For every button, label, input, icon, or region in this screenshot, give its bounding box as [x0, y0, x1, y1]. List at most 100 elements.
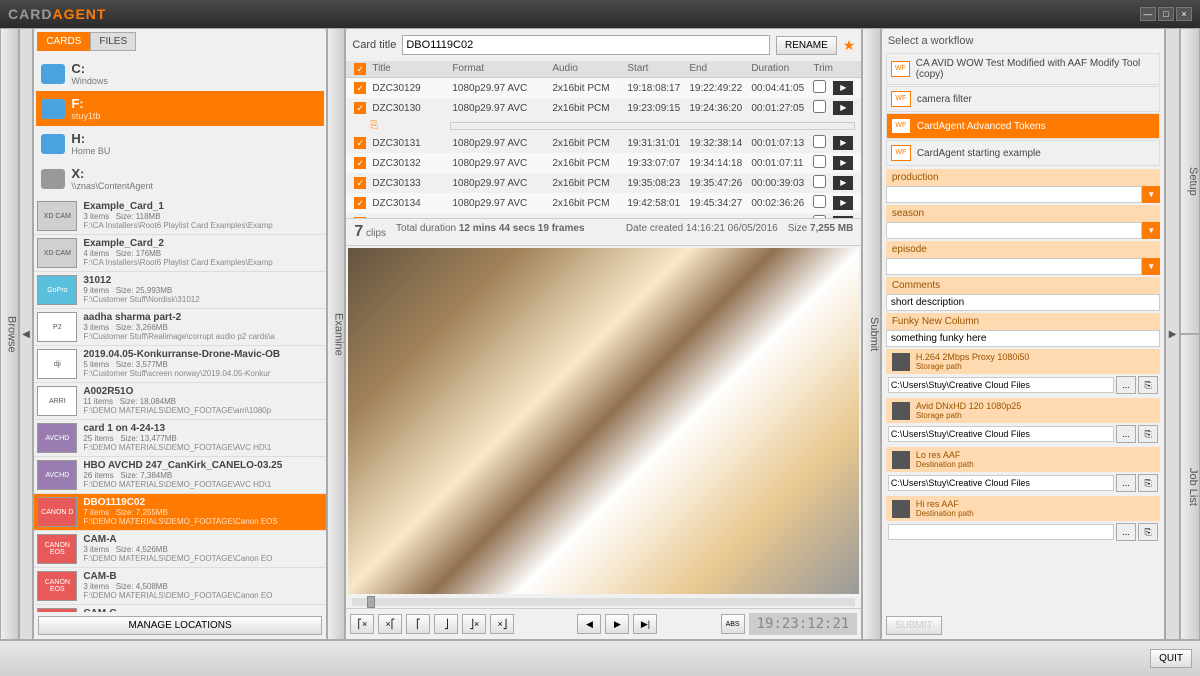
maximize-button[interactable]: □: [1158, 7, 1174, 21]
card-item[interactable]: AVCHDcard 1 on 4-24-1325 items Size: 13,…: [34, 420, 326, 457]
card-item[interactable]: XD CAMExample_Card_13 items Size: 118MBF…: [34, 198, 326, 235]
clip-row[interactable]: ✓DZC301341080p29.97 AVC2x16bit PCM19:42:…: [346, 193, 861, 213]
joblist-tab[interactable]: Job List: [1180, 334, 1200, 640]
next-button[interactable]: ▶|: [633, 614, 657, 634]
clip-checkbox[interactable]: ✓: [354, 157, 366, 169]
clip-row[interactable]: ✓DZC301301080p29.97 AVC2x16bit PCM19:23:…: [346, 98, 861, 118]
path-action-button[interactable]: ⎘: [1138, 523, 1158, 541]
col-title[interactable]: Title: [370, 63, 450, 75]
clip-row[interactable]: ✓DZC301331080p29.97 AVC2x16bit PCM19:35:…: [346, 173, 861, 193]
mark-out-button[interactable]: ×⎦: [490, 614, 514, 634]
col-format[interactable]: Format: [450, 63, 550, 75]
card-item[interactable]: CANON EOSCAM-C3 items Size: 4,418MBF:\DE…: [34, 605, 326, 612]
manage-locations-button[interactable]: MANAGE LOCATIONS: [38, 616, 322, 635]
browse-collapse[interactable]: ◀: [19, 28, 34, 640]
browse-path-button[interactable]: ...: [1116, 474, 1136, 492]
field-input[interactable]: [886, 294, 1160, 311]
play-button[interactable]: ▶: [605, 614, 629, 634]
field-input[interactable]: [886, 330, 1160, 347]
card-item[interactable]: CANON DDBO1119C027 items Size: 7,255MBF:…: [34, 494, 326, 531]
setup-tab[interactable]: Setup: [1180, 28, 1200, 334]
trim-checkbox[interactable]: [813, 100, 826, 113]
play-clip-button[interactable]: ▶: [833, 101, 853, 115]
workflow-item[interactable]: WFCardAgent Advanced Tokens: [886, 113, 1160, 139]
play-clip-button[interactable]: ▶: [833, 176, 853, 190]
rename-button[interactable]: RENAME: [776, 36, 837, 55]
col-start[interactable]: Start: [625, 63, 687, 75]
browse-path-button[interactable]: ...: [1116, 425, 1136, 443]
browse-path-button[interactable]: ...: [1116, 376, 1136, 394]
trim-checkbox[interactable]: [813, 175, 826, 188]
drive-item[interactable]: C:Windows: [36, 56, 324, 91]
col-audio[interactable]: Audio: [550, 63, 625, 75]
card-title-input[interactable]: [402, 35, 770, 55]
select-all-checkbox[interactable]: ✓: [354, 63, 366, 75]
col-trim[interactable]: Trim: [811, 63, 831, 75]
workflow-item[interactable]: WFCA AVID WOW Test Modified with AAF Mod…: [886, 53, 1160, 85]
col-duration[interactable]: Duration: [749, 63, 811, 75]
clip-checkbox[interactable]: ✓: [354, 82, 366, 94]
dropdown-button[interactable]: ▼: [1142, 222, 1160, 239]
files-tab[interactable]: FILES: [90, 32, 136, 51]
browse-tab[interactable]: Browse: [0, 28, 19, 640]
cards-tab[interactable]: CARDS: [37, 32, 90, 51]
card-item[interactable]: ARRIA002R51O11 items Size: 18,084MBF:\DE…: [34, 383, 326, 420]
dropdown-button[interactable]: ▼: [1142, 186, 1160, 203]
trim-checkbox[interactable]: [813, 135, 826, 148]
play-clip-button[interactable]: ▶: [833, 136, 853, 150]
set-in-button[interactable]: ⎡: [406, 614, 430, 634]
browse-path-button[interactable]: ...: [1116, 523, 1136, 541]
close-button[interactable]: ×: [1176, 7, 1192, 21]
submit-button[interactable]: SUBMIT: [886, 616, 942, 635]
drive-item[interactable]: H:Home BU: [36, 126, 324, 161]
path-input[interactable]: [888, 426, 1114, 442]
minimize-button[interactable]: —: [1140, 7, 1156, 21]
col-end[interactable]: End: [687, 63, 749, 75]
path-input[interactable]: [888, 475, 1114, 491]
scrubber-handle[interactable]: [367, 596, 375, 608]
card-item[interactable]: CANON EOSCAM-A3 items Size: 4,526MBF:\DE…: [34, 531, 326, 568]
trim-checkbox[interactable]: [813, 195, 826, 208]
path-action-button[interactable]: ⎘: [1138, 425, 1158, 443]
quit-button[interactable]: QUIT: [1150, 649, 1192, 668]
goto-out-button[interactable]: ⎦×: [462, 614, 486, 634]
video-preview[interactable]: [348, 248, 859, 594]
card-item[interactable]: dji2019.04.05-Konkurranse-Drone-Mavic-OB…: [34, 346, 326, 383]
workflow-item[interactable]: WFCardAgent starting example: [886, 140, 1160, 166]
card-item[interactable]: CANON EOSCAM-B3 items Size: 4,508MBF:\DE…: [34, 568, 326, 605]
play-clip-button[interactable]: ▶: [833, 196, 853, 210]
card-item[interactable]: AVCHDHBO AVCHD 247_CanKirk_CANELO-03.252…: [34, 457, 326, 494]
trim-checkbox[interactable]: [813, 155, 826, 168]
clip-checkbox[interactable]: ✓: [354, 197, 366, 209]
examine-tab[interactable]: Examine: [327, 28, 346, 640]
star-icon[interactable]: ★: [843, 37, 856, 54]
field-input[interactable]: [886, 258, 1142, 275]
path-input[interactable]: [888, 524, 1114, 540]
card-item[interactable]: XD CAMExample_Card_24 items Size: 176MBF…: [34, 235, 326, 272]
submit-collapse[interactable]: ▶: [1165, 28, 1180, 640]
play-clip-button[interactable]: ▶: [833, 81, 853, 95]
card-item[interactable]: P2aadha sharma part-23 items Size: 3,266…: [34, 309, 326, 346]
path-action-button[interactable]: ⎘: [1138, 474, 1158, 492]
mark-in-button[interactable]: ⎡×: [350, 614, 374, 634]
clip-row[interactable]: ✓DZC301311080p29.97 AVC2x16bit PCM19:31:…: [346, 133, 861, 153]
drive-item[interactable]: X:\\znas\ContentAgent: [36, 161, 324, 196]
play-clip-button[interactable]: ▶: [833, 156, 853, 170]
path-input[interactable]: [888, 377, 1114, 393]
clip-checkbox[interactable]: ✓: [354, 137, 366, 149]
drive-item[interactable]: F:stuy1tb: [36, 91, 324, 126]
field-input[interactable]: [886, 222, 1142, 239]
dropdown-button[interactable]: ▼: [1142, 258, 1160, 275]
path-action-button[interactable]: ⎘: [1138, 376, 1158, 394]
abs-button[interactable]: ABS: [721, 614, 745, 634]
goto-in-button[interactable]: ×⎡: [378, 614, 402, 634]
submit-tab[interactable]: Submit: [862, 28, 881, 640]
field-input[interactable]: [886, 186, 1142, 203]
clip-checkbox[interactable]: ✓: [354, 102, 366, 114]
prev-button[interactable]: ◀: [577, 614, 601, 634]
trim-checkbox[interactable]: [813, 80, 826, 93]
workflow-item[interactable]: WFcamera filter: [886, 86, 1160, 112]
card-item[interactable]: GoPro310129 items Size: 25,993MBF:\Custo…: [34, 272, 326, 309]
clip-row[interactable]: ✓DZC301321080p29.97 AVC2x16bit PCM19:33:…: [346, 153, 861, 173]
clip-checkbox[interactable]: ✓: [354, 177, 366, 189]
